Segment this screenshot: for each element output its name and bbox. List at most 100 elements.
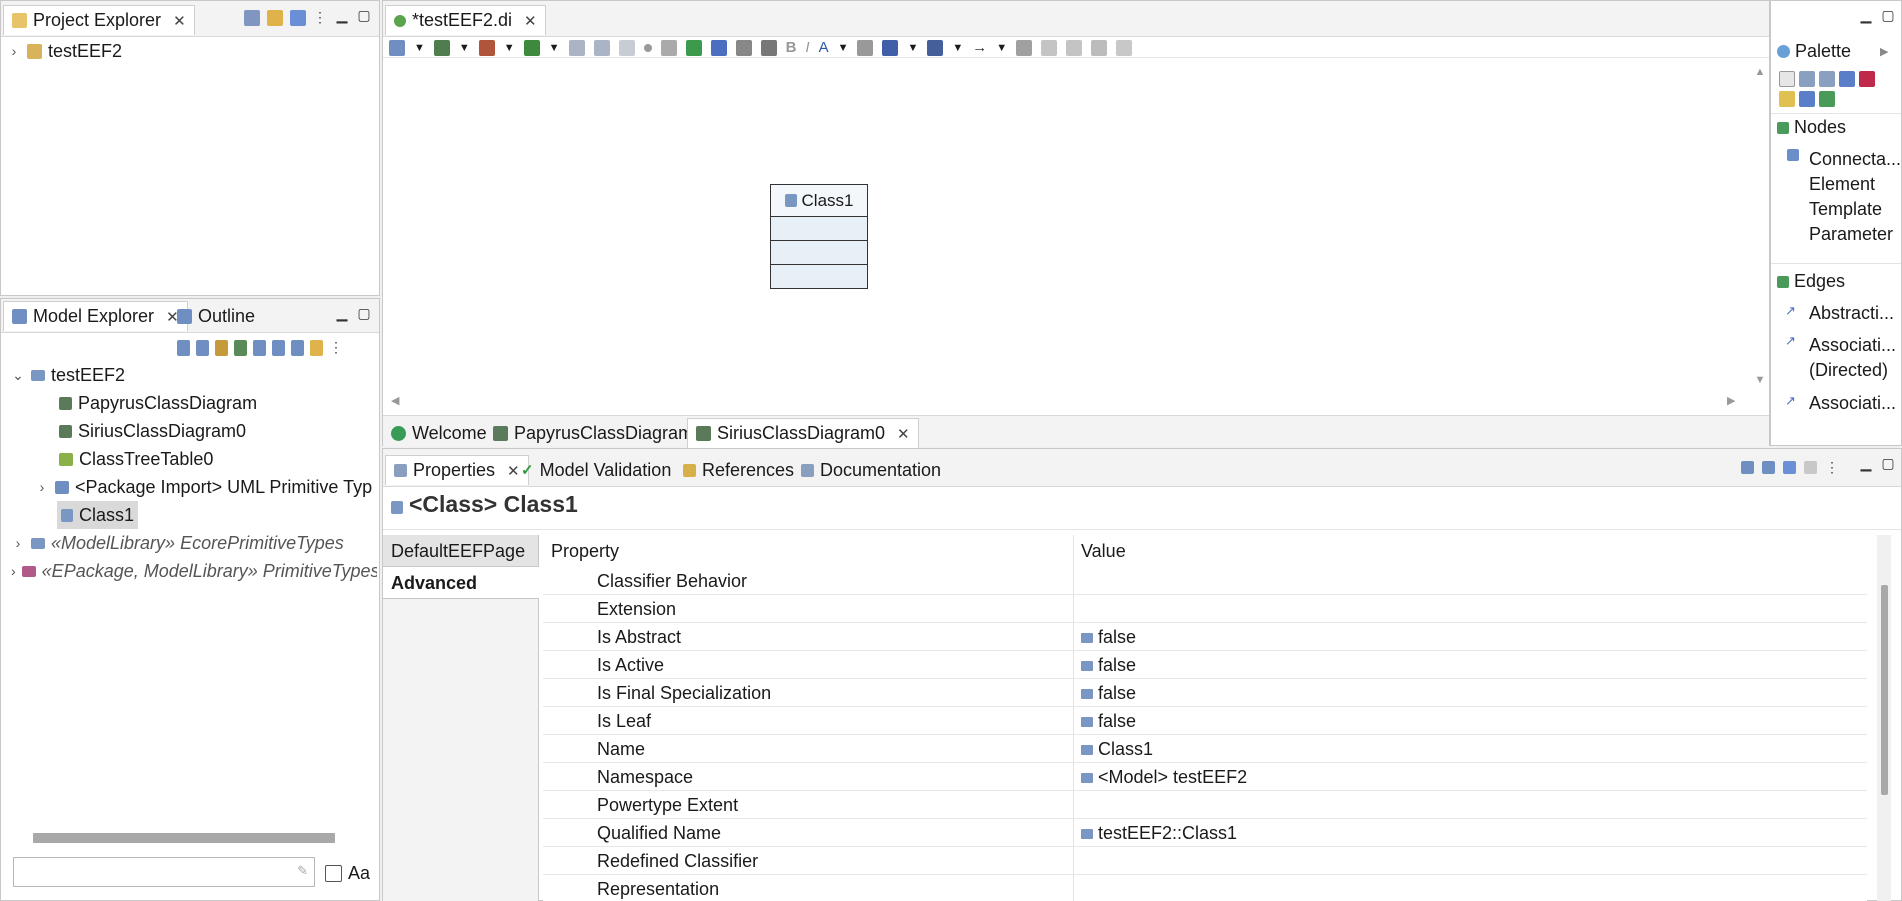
- list-item[interactable]: › testEEF2: [7, 37, 122, 65]
- filter-text[interactable]: [18, 858, 278, 884]
- tab-documentation[interactable]: Documentation: [793, 455, 949, 485]
- tab-papyrus-class-diagram[interactable]: PapyrusClassDiagram: [485, 418, 701, 448]
- link-editor-icon[interactable]: [267, 9, 283, 26]
- table-row[interactable]: Representation: [543, 875, 1867, 901]
- line-color-icon[interactable]: [927, 39, 944, 56]
- class-compartment[interactable]: [771, 217, 867, 241]
- filter-input[interactable]: ✎: [13, 857, 315, 887]
- image-icon[interactable]: [1016, 39, 1033, 56]
- pointer-icon[interactable]: [1779, 71, 1795, 87]
- palette-item-connectable[interactable]: Connecta...: [1809, 149, 1901, 170]
- link-editor-icon[interactable]: [310, 339, 323, 356]
- palette-drawer-nodes[interactable]: Nodes: [1777, 117, 1846, 138]
- diagram-canvas[interactable]: Class1: [383, 58, 1753, 394]
- palette-item-parameter[interactable]: Parameter: [1809, 224, 1893, 245]
- table-row[interactable]: Redefined Classifier: [543, 847, 1867, 875]
- class-compartment[interactable]: [771, 241, 867, 265]
- property-value[interactable]: false: [1081, 683, 1136, 704]
- scroll-up-icon[interactable]: ▲: [1752, 66, 1768, 78]
- edit-icon[interactable]: [234, 339, 247, 356]
- italic-icon[interactable]: I: [805, 39, 809, 56]
- tree-item-primitive-types[interactable]: › «EPackage, ModelLibrary» PrimitiveType…: [11, 557, 377, 585]
- link-icon[interactable]: [1799, 91, 1815, 107]
- palette-item-template[interactable]: Template: [1809, 199, 1882, 220]
- dropdown-icon[interactable]: ▼: [996, 42, 1007, 54]
- view-menu-icon[interactable]: ⋮: [329, 339, 343, 356]
- palette-item-association[interactable]: Associati...: [1809, 393, 1896, 414]
- close-icon[interactable]: ✕: [524, 12, 537, 30]
- tab-outline[interactable]: Outline: [169, 301, 263, 331]
- table-row[interactable]: Extension: [543, 595, 1867, 623]
- table-row[interactable]: Is Active false: [543, 651, 1867, 679]
- paste-format-icon[interactable]: [1066, 39, 1083, 56]
- pin-icon[interactable]: [1741, 461, 1754, 474]
- close-icon[interactable]: ✕: [173, 12, 186, 30]
- copy-icon[interactable]: [618, 39, 635, 56]
- zoom-out-icon[interactable]: [1819, 71, 1835, 87]
- palette-item-element[interactable]: Element: [1809, 174, 1875, 195]
- tab-welcome[interactable]: Welcome: [383, 418, 495, 448]
- property-value[interactable]: false: [1081, 627, 1136, 648]
- sort-icon[interactable]: [253, 339, 266, 356]
- bold-icon[interactable]: B: [786, 39, 797, 56]
- list-icon[interactable]: [177, 339, 190, 356]
- table-row[interactable]: Is Abstract false: [543, 623, 1867, 651]
- label-icon[interactable]: [685, 39, 702, 56]
- table-row[interactable]: Is Leaf false: [543, 707, 1867, 735]
- font-icon[interactable]: [857, 39, 874, 56]
- import-icon[interactable]: [593, 39, 610, 56]
- chevron-right-icon[interactable]: ›: [11, 563, 16, 579]
- scroll-down-icon[interactable]: ▼: [1752, 374, 1768, 386]
- property-value[interactable]: false: [1081, 711, 1136, 732]
- arrange-icon[interactable]: [433, 39, 450, 56]
- tab-model-explorer[interactable]: Model Explorer ✕: [3, 301, 188, 331]
- table-row[interactable]: Is Final Specialization false: [543, 679, 1867, 707]
- minimize-icon[interactable]: ▁: [1859, 7, 1873, 24]
- tab-references[interactable]: References: [675, 455, 802, 485]
- filter-icon[interactable]: [1783, 461, 1796, 474]
- chevron-right-icon[interactable]: ›: [7, 43, 21, 59]
- filter-icon[interactable]: [290, 9, 306, 26]
- dropdown-icon[interactable]: ▼: [504, 42, 515, 54]
- property-value[interactable]: false: [1081, 655, 1136, 676]
- tree-item-ecore-primitive-types[interactable]: › «ModelLibrary» EcorePrimitiveTypes: [11, 529, 344, 557]
- restore-icon[interactable]: [1804, 461, 1817, 474]
- page-default-eef[interactable]: DefaultEEFPage: [383, 535, 538, 567]
- dropdown-icon[interactable]: ▼: [549, 42, 560, 54]
- tree-item-testeef2[interactable]: ⌄ testEEF2: [11, 361, 125, 389]
- collapse-all-icon[interactable]: [244, 9, 260, 26]
- zoom-in-icon[interactable]: [1799, 71, 1815, 87]
- delete-from-model-icon[interactable]: [760, 39, 777, 56]
- line-style-icon[interactable]: →: [972, 39, 987, 56]
- palette-item-association-directed[interactable]: Associati...: [1809, 335, 1896, 356]
- vertical-scrollbar[interactable]: ▲ ▼: [1752, 58, 1768, 394]
- dropdown-icon[interactable]: ▼: [838, 42, 849, 54]
- font-color-icon[interactable]: A: [819, 39, 829, 56]
- minimize-icon[interactable]: ▁: [1859, 455, 1873, 472]
- note-icon[interactable]: [1859, 71, 1875, 87]
- chevron-right-icon[interactable]: ›: [35, 479, 49, 495]
- dropdown-icon[interactable]: ▼: [414, 42, 425, 54]
- constraint-icon[interactable]: [1819, 91, 1835, 107]
- zoom-fit-icon[interactable]: [1091, 39, 1108, 56]
- scroll-thumb[interactable]: [1881, 585, 1888, 795]
- categories-icon[interactable]: [1762, 461, 1775, 474]
- tree-item-class1[interactable]: Class1: [57, 501, 139, 529]
- close-icon[interactable]: ✕: [897, 425, 910, 443]
- dropdown-icon[interactable]: ▼: [459, 42, 470, 54]
- table-header-property[interactable]: Property: [551, 541, 619, 562]
- palette-item-abstraction[interactable]: Abstracti...: [1809, 303, 1894, 324]
- maximize-icon[interactable]: ▢: [357, 305, 371, 322]
- property-value[interactable]: Class1: [1081, 739, 1153, 760]
- label2-icon[interactable]: [710, 39, 727, 56]
- table-icon[interactable]: [215, 339, 228, 356]
- palette-collapse-icon[interactable]: ▶: [1880, 45, 1888, 58]
- collapse-all-icon[interactable]: [291, 339, 304, 356]
- layout-icon[interactable]: [523, 39, 540, 56]
- property-value[interactable]: testEEF2::Class1: [1081, 823, 1237, 844]
- tree-icon[interactable]: [196, 339, 209, 356]
- maximize-icon[interactable]: ▢: [1881, 7, 1895, 24]
- table-row[interactable]: Namespace <Model> testEEF2: [543, 763, 1867, 791]
- snap-icon[interactable]: [1116, 39, 1133, 56]
- delete-icon[interactable]: [735, 39, 752, 56]
